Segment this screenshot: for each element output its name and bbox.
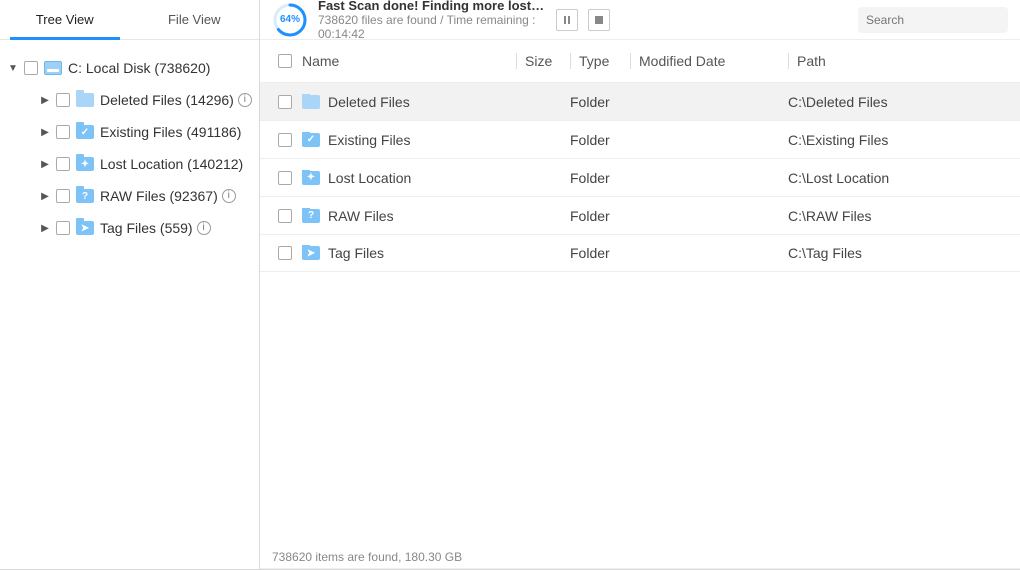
tree-item-label: Lost Location (140212) [100,156,243,172]
caret-right-icon[interactable]: ▶ [36,155,54,173]
folder-icon [76,93,94,107]
folder-icon [76,221,94,235]
row-type: Folder [570,132,630,148]
table-row[interactable]: Existing Files Folder C:\Existing Files [260,120,1020,158]
folder-icon [76,189,94,203]
tree-checkbox[interactable] [56,221,70,235]
row-name: RAW Files [328,208,394,224]
caret-right-icon[interactable]: ▶ [36,187,54,205]
row-checkbox[interactable] [278,95,292,109]
folder-icon [302,95,320,109]
row-type: Folder [570,94,630,110]
tree-item-label: RAW Files (92367) [100,188,218,204]
row-checkbox[interactable] [278,246,292,260]
row-name: Lost Location [328,170,411,186]
folder-icon [302,209,320,223]
tree-checkbox[interactable] [56,125,70,139]
tree-view: ▼ C: Local Disk (738620) ▶ Deleted Files… [0,40,259,569]
progress-percent: 64% [272,2,308,38]
search-box[interactable] [858,7,1008,33]
row-type: Folder [570,245,630,261]
tree-item-label: Existing Files (491186) [100,124,241,140]
header-bar: 64% Fast Scan done! Finding more lost da… [260,0,1020,40]
stop-button[interactable] [588,9,610,31]
row-path: C:\RAW Files [788,208,1020,224]
col-name[interactable]: Name [302,53,339,69]
tree-root[interactable]: ▼ C: Local Disk (738620) [0,52,259,84]
scan-status-title: Fast Scan done! Finding more lost data w… [318,0,546,13]
row-checkbox[interactable] [278,133,292,147]
row-path: C:\Lost Location [788,170,1020,186]
info-icon[interactable]: i [197,221,211,235]
row-name: Deleted Files [328,94,410,110]
tree-item-lost[interactable]: ▶ Lost Location (140212) [0,148,259,180]
col-size[interactable]: Size [516,53,570,69]
row-checkbox[interactable] [278,209,292,223]
caret-right-icon[interactable]: ▶ [36,123,54,141]
caret-right-icon[interactable]: ▶ [36,91,54,109]
disk-icon [44,61,62,75]
tree-item-deleted[interactable]: ▶ Deleted Files (14296) i [0,84,259,116]
row-path: C:\Deleted Files [788,94,1020,110]
col-modified[interactable]: Modified Date [630,53,788,69]
folder-icon [76,125,94,139]
info-icon[interactable]: i [222,189,236,203]
table-row[interactable]: RAW Files Folder C:\RAW Files [260,196,1020,234]
row-name: Existing Files [328,132,410,148]
folder-icon [76,157,94,171]
stop-icon [595,16,603,24]
scan-status-sub: 738620 files are found / Time remaining … [318,13,546,41]
tree-checkbox[interactable] [56,189,70,203]
caret-right-icon[interactable]: ▶ [36,219,54,237]
tree-item-label: Tag Files (559) [100,220,193,236]
pause-button[interactable] [556,9,578,31]
folder-icon [302,171,320,185]
tree-item-tag[interactable]: ▶ Tag Files (559) i [0,212,259,244]
status-bar: 738620 items are found, 180.30 GB [260,545,1020,569]
tree-item-raw[interactable]: ▶ RAW Files (92367) i [0,180,259,212]
table-row[interactable]: Deleted Files Folder C:\Deleted Files [260,82,1020,120]
info-icon[interactable]: i [238,93,252,107]
row-path: C:\Existing Files [788,132,1020,148]
content-panel: 64% Fast Scan done! Finding more lost da… [260,0,1020,569]
row-type: Folder [570,208,630,224]
tab-tree-view[interactable]: Tree View [0,0,130,39]
col-type[interactable]: Type [570,53,630,69]
pause-icon [564,16,570,24]
search-input[interactable] [866,13,1020,27]
table-row[interactable]: Lost Location Folder C:\Lost Location [260,158,1020,196]
row-checkbox[interactable] [278,171,292,185]
tree-item-label: Deleted Files (14296) [100,92,234,108]
table-row[interactable]: Tag Files Folder C:\Tag Files [260,234,1020,272]
row-path: C:\Tag Files [788,245,1020,261]
col-path[interactable]: Path [788,53,1020,69]
file-table: Name Size Type Modified Date Path Delete… [260,40,1020,545]
tree-checkbox[interactable] [56,157,70,171]
view-tabs: Tree View File View [0,0,259,40]
row-type: Folder [570,170,630,186]
tree-item-existing[interactable]: ▶ Existing Files (491186) [0,116,259,148]
folder-icon [302,133,320,147]
caret-down-icon[interactable]: ▼ [4,59,22,77]
table-header: Name Size Type Modified Date Path [260,40,1020,82]
scan-progress-ring: 64% [272,2,308,38]
sidebar: Tree View File View ▼ C: Local Disk (738… [0,0,260,569]
tree-checkbox[interactable] [56,93,70,107]
folder-icon [302,246,320,260]
tab-file-view[interactable]: File View [130,0,260,39]
row-name: Tag Files [328,245,384,261]
tree-root-label: C: Local Disk (738620) [68,60,210,76]
select-all-checkbox[interactable] [278,54,292,68]
root-checkbox[interactable] [24,61,38,75]
